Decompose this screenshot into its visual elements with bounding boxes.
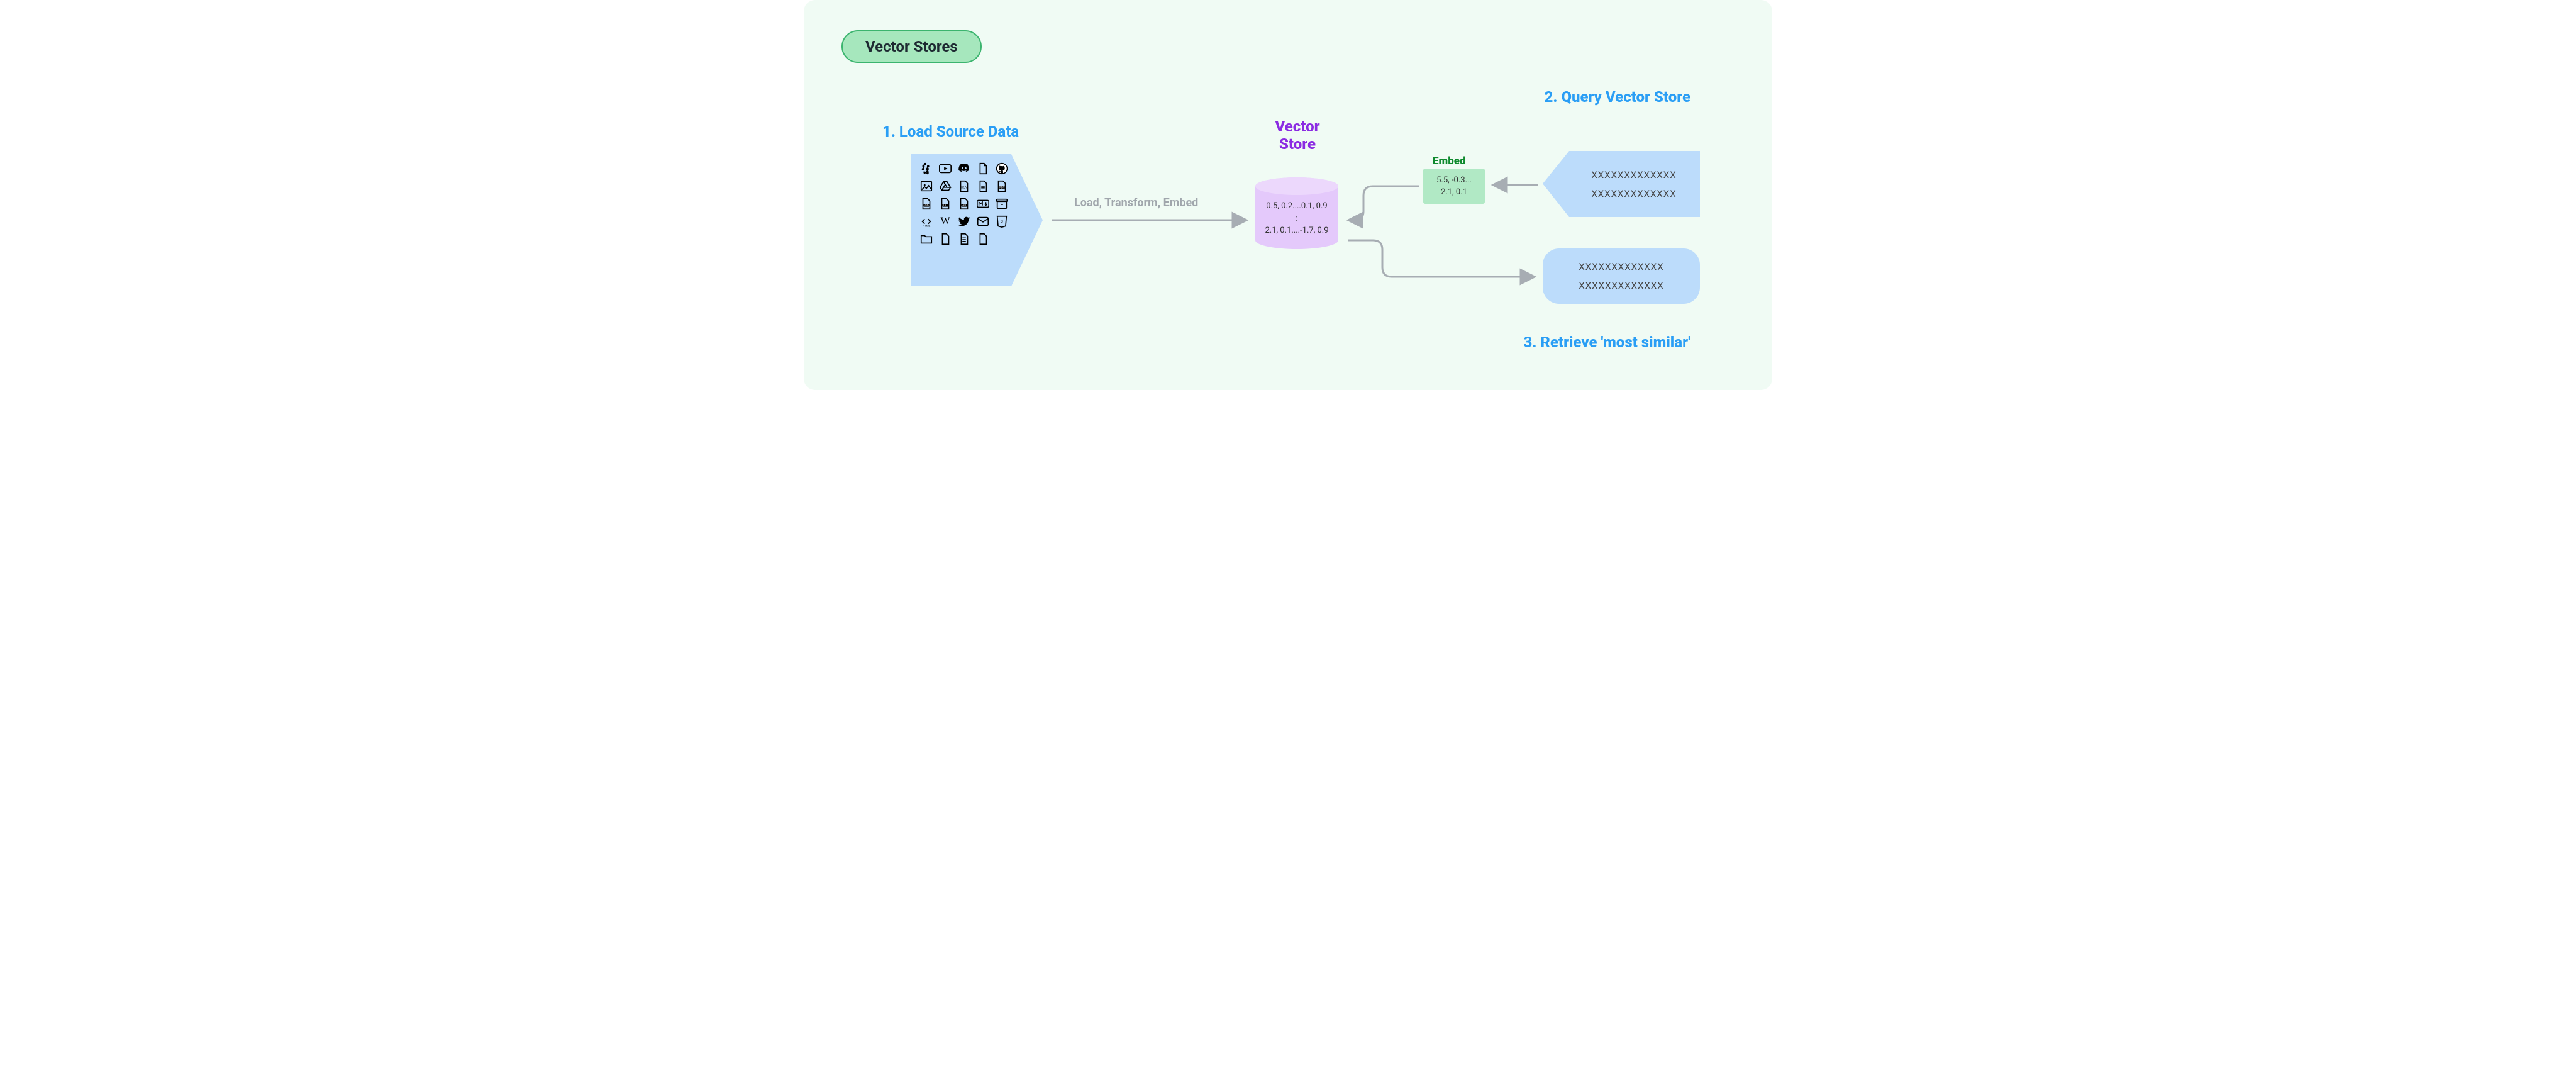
embed-line-2: 2.1, 0.1 [1441,186,1467,199]
result-line-2: XXXXXXXXXXXXX [1579,276,1663,295]
slack-icon [919,162,933,176]
github-icon [995,162,1009,176]
title-text: Vector Stores [865,38,958,55]
csv-icon: CSV [957,179,971,193]
embed-line-1: 5.5, -0.3... [1436,174,1472,187]
file-icon [976,179,990,193]
query-input-block: XXXXXXXXXXXXX XXXXXXXXXXXXX [1543,151,1700,217]
svg-text:PDF: PDF [999,187,1004,190]
step-2-label: 2. Query Vector Store [1545,88,1690,106]
gdrive-icon [938,179,952,193]
embed-box: 5.5, -0.3... 2.1, 0.1 [1423,169,1485,204]
vector-separator: : [1296,214,1297,223]
result-line-1: XXXXXXXXXXXXX [1579,257,1663,276]
step-3-label: 3. Retrieve 'most similar' [1523,333,1690,351]
document-icon [957,232,971,246]
discord-icon [957,162,971,176]
arrow-store-to-result [1348,240,1533,277]
vector-store-label-line2: Store [1279,135,1316,153]
edge-label: Load, Transform, Embed [1074,196,1198,209]
step-1-label: 1. Load Source Data [882,123,1019,140]
source-icons-grid: CSV PDF DOC TXT PPT HTML W 3 [917,158,1016,288]
query-line-1: XXXXXXXXXXXXX [1591,165,1676,184]
file-icon [976,162,990,176]
archive-icon [995,197,1009,211]
arrow-embed-to-store [1350,186,1419,220]
vector-store-values: 0.5, 0.2....0.1, 0.9 : 2.1, 0.1....-1.7,… [1253,200,1341,237]
pdf-icon: PDF [995,179,1009,193]
svg-text:CSV: CSV [960,186,968,190]
ppt-icon: PPT [957,197,971,211]
image-icon [919,179,933,193]
wikipedia-icon: W [938,215,952,228]
folder-icon [919,232,933,246]
vector-store-label: Vector Store [1257,118,1338,153]
html-icon: HTML [919,215,933,228]
vector-row-2: 2.1, 0.1....-1.7, 0.9 [1265,226,1328,235]
css3-icon: 3 [995,215,1009,228]
source-data-block: CSV PDF DOC TXT PPT HTML W 3 [911,154,1043,286]
twitter-icon [957,215,971,228]
txt-icon: TXT [938,197,952,211]
result-block: XXXXXXXXXXXXX XXXXXXXXXXXXX [1543,248,1700,304]
svg-text:PPT: PPT [962,204,967,208]
youtube-icon [938,162,952,176]
query-line-2: XXXXXXXXXXXXX [1591,184,1676,203]
file-icon [976,232,990,246]
mail-icon [976,215,990,228]
vector-store-label-line1: Vector [1275,118,1319,135]
svg-text:TXT: TXT [943,204,948,208]
title-pill: Vector Stores [841,30,982,63]
svg-text:3: 3 [1001,219,1003,224]
svg-text:DOC: DOC [924,204,930,208]
file-icon [938,232,952,246]
doc-icon: DOC [919,197,933,211]
embed-label: Embed [1433,155,1466,167]
markdown-icon [976,197,990,211]
vector-row-1: 0.5, 0.2....0.1, 0.9 [1266,201,1327,211]
diagram-canvas: Vector Stores 1. Load Source Data 2. Que… [804,0,1772,390]
svg-text:HTML: HTML [923,224,931,228]
